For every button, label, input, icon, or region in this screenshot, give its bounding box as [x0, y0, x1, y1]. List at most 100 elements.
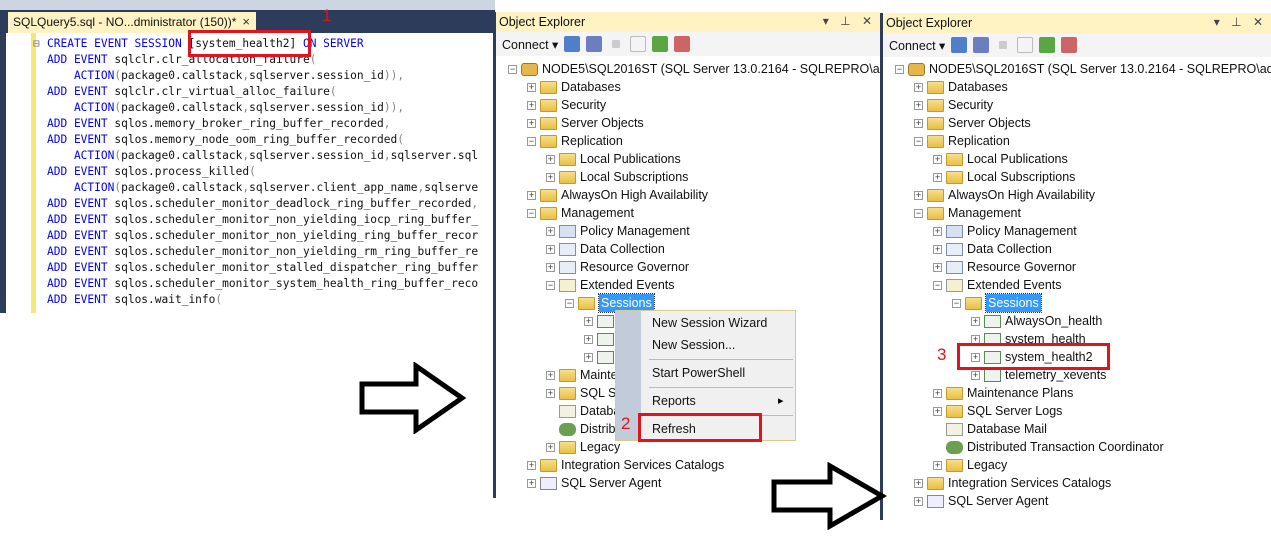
expand-icon[interactable]: +: [914, 101, 923, 110]
expand-icon[interactable]: +: [527, 101, 536, 110]
expand-icon[interactable]: +: [546, 245, 555, 254]
server-icon: [521, 63, 538, 76]
expand-icon[interactable]: +: [546, 155, 555, 164]
expand-icon[interactable]: +: [933, 227, 942, 236]
chart-icon: [946, 261, 963, 274]
expand-icon[interactable]: +: [933, 461, 942, 470]
connect-button[interactable]: Connect ▾: [889, 38, 945, 53]
connect-button[interactable]: Connect ▾: [502, 37, 558, 52]
expand-icon[interactable]: +: [971, 371, 980, 380]
disconnect-icon[interactable]: [586, 36, 603, 52]
tree-node-label: SQL Server Agent: [948, 494, 1049, 508]
collapse-icon[interactable]: −: [546, 281, 555, 290]
code-token: ADD EVENT: [47, 261, 115, 274]
activity-monitor-icon[interactable]: [674, 36, 691, 52]
expand-icon[interactable]: +: [527, 191, 536, 200]
code-token: (: [329, 85, 337, 98]
code-line: ACTION(package0.callstack,sqlserver.sess…: [47, 68, 404, 84]
expand-icon[interactable]: +: [546, 371, 555, 380]
collapse-icon[interactable]: −: [952, 299, 961, 308]
code-token: sqlos.scheduler_monitor_deadlock_ring_bu…: [114, 197, 472, 210]
code-editor[interactable]: CREATE EVENT SESSION [system_health2] ON…: [6, 33, 495, 313]
step-3-label: 3: [937, 345, 947, 364]
expand-icon[interactable]: +: [527, 83, 536, 92]
expand-icon[interactable]: +: [914, 83, 923, 92]
expand-icon[interactable]: +: [971, 317, 980, 326]
expand-icon[interactable]: +: [546, 173, 555, 182]
close-tab-icon[interactable]: ×: [242, 14, 250, 29]
folder-icon: [559, 153, 576, 166]
folder-icon: [927, 207, 944, 220]
collapse-icon[interactable]: −: [508, 65, 517, 74]
collapse-icon[interactable]: −: [914, 137, 923, 146]
object-explorer-header: Object Explorer ▾ ⊥ ✕: [883, 13, 1271, 33]
filter-icon[interactable]: [1017, 37, 1034, 53]
chart-icon: [559, 243, 576, 256]
collapse-icon[interactable]: −: [933, 281, 942, 290]
menu-item-reports[interactable]: Reports: [652, 394, 696, 408]
collapse-icon[interactable]: −: [527, 137, 536, 146]
expand-icon[interactable]: +: [527, 461, 536, 470]
panel-controls[interactable]: ▾ ⊥ ✕: [823, 14, 876, 28]
submenu-arrow-icon: ▸: [778, 395, 784, 407]
expand-icon[interactable]: +: [933, 407, 942, 416]
expand-icon[interactable]: +: [584, 317, 593, 326]
server-icon: [908, 63, 925, 76]
menu-item-new-session[interactable]: New Session...: [652, 338, 735, 352]
connect-icon[interactable]: [951, 37, 968, 53]
chart-icon: [946, 243, 963, 256]
step-2-label: 2: [621, 414, 631, 433]
expand-icon[interactable]: +: [527, 119, 536, 128]
expand-icon[interactable]: +: [933, 263, 942, 272]
code-token: )): [383, 69, 398, 82]
collapse-icon[interactable]: −: [914, 209, 923, 218]
menu-item-start-powershell[interactable]: Start PowerShell: [652, 366, 745, 380]
folder-icon: [540, 117, 557, 130]
refresh-icon[interactable]: [1039, 37, 1056, 53]
expand-icon[interactable]: +: [914, 191, 923, 200]
code-token: ,: [397, 101, 405, 114]
connect-icon[interactable]: [564, 36, 581, 52]
tree-node-label: Resource Governor: [967, 260, 1077, 274]
expand-icon[interactable]: +: [584, 335, 593, 344]
tree-node-label: Integration Services Catalogs: [948, 476, 1112, 490]
menu-item-new-session-wizard[interactable]: New Session Wizard: [652, 316, 767, 330]
expand-icon[interactable]: +: [914, 119, 923, 128]
tree-node-label: NODE5\SQL2016ST (SQL Server 13.0.2164 - …: [542, 62, 920, 76]
expand-icon[interactable]: +: [546, 227, 555, 236]
expand-icon[interactable]: +: [527, 479, 536, 488]
stop-icon[interactable]: [612, 40, 621, 48]
expand-icon[interactable]: +: [933, 173, 942, 182]
collapse-icon[interactable]: ⊟: [33, 36, 40, 52]
filter-icon[interactable]: [630, 36, 647, 52]
collapse-icon[interactable]: −: [895, 65, 904, 74]
stop-icon[interactable]: [999, 41, 1008, 49]
code-line: ACTION(package0.callstack,sqlserver.sess…: [47, 100, 404, 116]
arrow-right-icon: [359, 362, 467, 434]
expand-icon[interactable]: +: [546, 263, 555, 272]
collapse-icon[interactable]: −: [527, 209, 536, 218]
expand-icon[interactable]: +: [914, 497, 923, 506]
code-line: ADD EVENT sqlos.memory_node_oom_ring_buf…: [47, 132, 404, 148]
disconnect-icon[interactable]: [973, 37, 990, 53]
refresh-icon[interactable]: [652, 36, 669, 52]
expand-icon[interactable]: +: [933, 245, 942, 254]
expand-icon[interactable]: +: [584, 353, 593, 362]
expand-icon[interactable]: +: [933, 389, 942, 398]
collapse-icon[interactable]: −: [565, 299, 574, 308]
folder-icon: [927, 117, 944, 130]
expand-icon[interactable]: +: [933, 155, 942, 164]
policy-icon: [559, 225, 576, 238]
tree-node-label: Data Collection: [580, 242, 665, 256]
code-token: package0.callstack: [121, 101, 243, 114]
code-token: ACTION: [47, 149, 115, 162]
panel-controls[interactable]: ▾ ⊥ ✕: [1214, 15, 1267, 29]
expand-icon[interactable]: +: [546, 443, 555, 452]
code-token: sqlserve: [424, 181, 479, 194]
code-token: sqlserver.sql: [390, 149, 479, 162]
activity-monitor-icon[interactable]: [1061, 37, 1078, 53]
code-token: ,: [383, 117, 391, 130]
expand-icon[interactable]: +: [546, 389, 555, 398]
expand-icon[interactable]: +: [914, 479, 923, 488]
code-token: ADD EVENT: [47, 165, 115, 178]
